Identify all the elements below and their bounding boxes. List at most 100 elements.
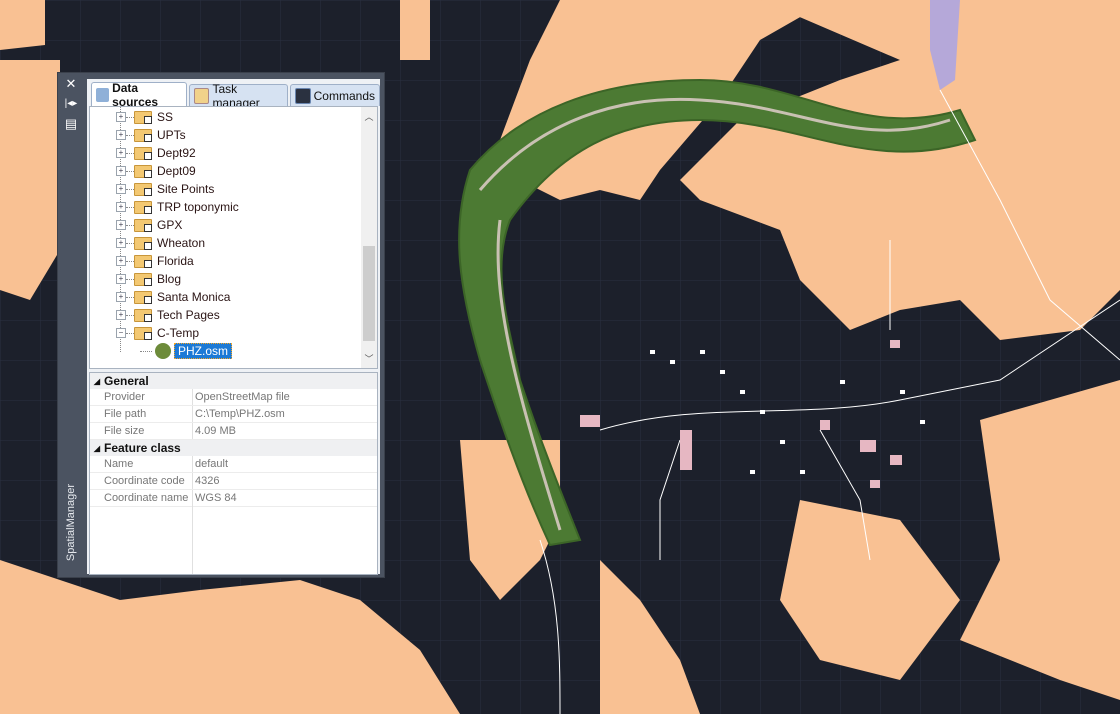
expand-icon[interactable]: + [116,184,126,194]
tree-item-phz-osm[interactable]: PHZ.osm [90,342,233,360]
tree-item-site-points[interactable]: + Site Points [90,180,214,198]
folder-shortcut-icon [134,326,152,340]
tree-item-tech-pages[interactable]: + Tech Pages [90,306,220,324]
property-row[interactable]: Name default [90,456,377,473]
tab-data-sources[interactable]: Data sources [91,80,188,109]
property-key: Coordinate code [90,473,193,489]
property-value: default [195,458,229,470]
property-category[interactable]: ◢ General [90,373,377,389]
panel-side-strip: ✕ |◂▸ ▤ SpatialManager [58,73,85,577]
folder-shortcut-icon [134,290,152,304]
property-row[interactable]: Coordinate name WGS 84 [90,490,377,507]
scroll-up-icon[interactable]: ︿ [361,110,377,123]
property-key: File path [90,406,193,422]
tree-item-florida[interactable]: + Florida [90,252,194,270]
expand-icon[interactable]: + [116,310,126,320]
tree-item-dept09[interactable]: + Dept09 [90,162,196,180]
folder-shortcut-icon [134,254,152,268]
tree-item-label: C-Temp [157,326,200,340]
tree-connector [126,116,134,118]
close-icon[interactable]: ✕ [64,77,78,91]
tree-item-label: SS [157,110,174,124]
tree-item-label: Florida [157,254,194,268]
tree-item-santa-monica[interactable]: + Santa Monica [90,288,230,306]
folder-shortcut-icon [134,128,152,142]
tree-connector [126,134,134,136]
tree-item-label: Wheaton [157,236,206,250]
collapse-triangle-icon[interactable]: ◢ [90,444,104,453]
tree-item-dept92[interactable]: + Dept92 [90,144,196,162]
tree-item-label: PHZ.osm [174,343,233,359]
tree-item-label: Dept92 [157,146,196,160]
expand-icon[interactable]: + [116,274,126,284]
expand-icon[interactable]: + [116,166,126,176]
collapse-icon[interactable]: − [116,328,126,338]
tree-connector [126,332,134,334]
tree-connector [126,296,134,298]
tab-commands[interactable]: Commands [289,84,380,106]
expand-icon[interactable]: + [116,148,126,158]
tree-item-label: TRP toponymic [157,200,239,214]
tree-item-label: Blog [157,272,182,286]
property-value: OpenStreetMap file [195,391,290,403]
tree-item-label: Site Points [157,182,215,196]
property-value: WGS 84 [195,492,237,504]
property-key: Coordinate name [90,490,193,506]
tree-item-trp-toponymic[interactable]: + TRP toponymic [90,198,239,216]
tree-item-gpx[interactable]: + GPX [90,216,182,234]
tree-item-blog[interactable]: + Blog [90,270,181,288]
panel-layout-icon[interactable]: ▤ [64,117,78,131]
tree-item-label: Tech Pages [157,308,220,322]
folder-shortcut-icon [134,218,152,232]
task-list-icon [194,87,210,104]
data-sources-tree[interactable]: + SS + UPTs + Dept92 + Dept09 + Site Points + TRP t… [89,106,378,369]
property-category[interactable]: ◢ Feature class [90,440,377,456]
tree-connector [126,170,134,172]
tree-item-label: GPX [157,218,183,232]
property-row[interactable]: File size 4.09 MB [90,423,377,440]
tree-connector [126,242,134,244]
property-row[interactable]: File path C:\Temp\PHZ.osm [90,406,377,423]
property-grid: ◢ General Provider OpenStreetMap file File p… [89,372,378,575]
tree-connector [126,206,134,208]
panel-title: SpatialManager [65,483,77,561]
scrollbar-thumb[interactable] [363,246,375,341]
tree-item-label: Dept09 [157,164,196,178]
property-row[interactable]: Provider OpenStreetMap file [90,389,377,406]
tab-label: Data sources [112,80,159,109]
folder-shortcut-icon [134,146,152,160]
tree-item-upts[interactable]: + UPTs [90,126,186,144]
tree-connector [126,188,134,190]
category-label: General [104,374,149,388]
tab-bar: Data sources Task manager Commands [91,80,380,110]
tree-item-c-temp[interactable]: − C-Temp [90,324,199,342]
folder-shortcut-icon [134,182,152,196]
folder-shortcut-icon [134,308,152,322]
property-row[interactable]: Coordinate code 4326 [90,473,377,490]
expand-icon[interactable]: + [116,112,126,122]
expand-icon[interactable]: + [116,256,126,266]
tree-item-wheaton[interactable]: + Wheaton [90,234,205,252]
expand-icon[interactable]: + [116,220,126,230]
collapse-triangle-icon[interactable]: ◢ [90,377,104,386]
expand-icon[interactable]: + [116,292,126,302]
tree-scrollbar[interactable]: ︿ ﹀ [361,107,377,368]
category-label: Feature class [104,441,181,455]
expand-icon[interactable]: + [116,202,126,212]
expand-icon[interactable]: + [116,238,126,248]
tree-item-label: Santa Monica [157,290,231,304]
tree-connector [126,152,134,154]
tree-connector [126,278,134,280]
console-icon [294,87,311,104]
property-divider [192,501,193,574]
tree-item-label: UPTs [157,128,186,142]
folder-shortcut-icon [134,236,152,250]
expand-icon[interactable]: + [116,130,126,140]
osm-file-icon [155,343,171,359]
tab-task-manager[interactable]: Task manager [189,82,288,110]
scroll-down-icon[interactable]: ﹀ [361,352,377,365]
dock-toggle-icon[interactable]: |◂▸ [64,97,78,111]
folder-shortcut-icon [134,272,152,286]
property-key: Name [90,456,193,472]
tree-item-ss[interactable]: + SS [90,108,173,126]
